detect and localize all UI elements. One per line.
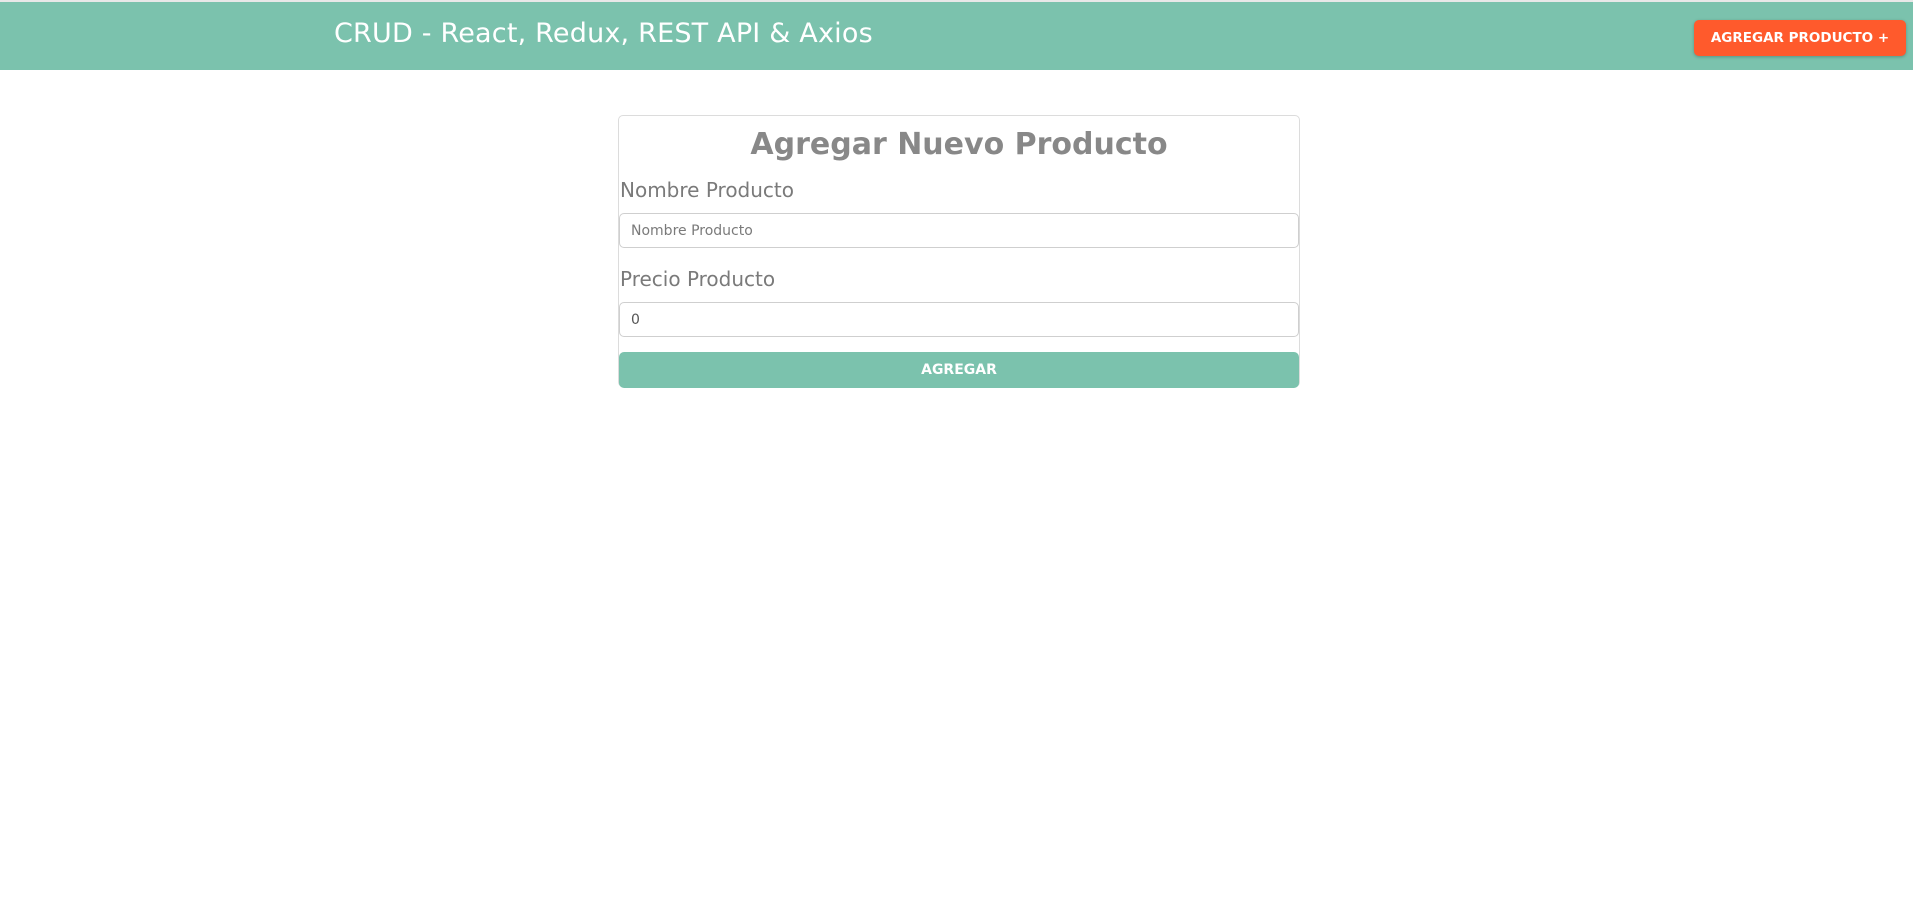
product-name-label: Nombre Producto xyxy=(620,178,794,202)
form-title: Agregar Nuevo Producto xyxy=(750,127,1168,162)
product-price-input[interactable] xyxy=(619,302,1299,337)
app-title: CRUD - React, Redux, REST API & Axios xyxy=(334,18,873,49)
add-product-form: Agregar Nuevo Producto Nombre Producto P… xyxy=(618,115,1300,388)
navbar: CRUD - React, Redux, REST API & Axios Ag… xyxy=(0,2,1913,70)
add-product-button[interactable]: Agregar Producto + xyxy=(1694,20,1906,56)
submit-add-button[interactable]: Agregar xyxy=(619,352,1299,388)
product-name-input[interactable] xyxy=(619,213,1299,248)
product-price-label: Precio Producto xyxy=(620,267,776,291)
